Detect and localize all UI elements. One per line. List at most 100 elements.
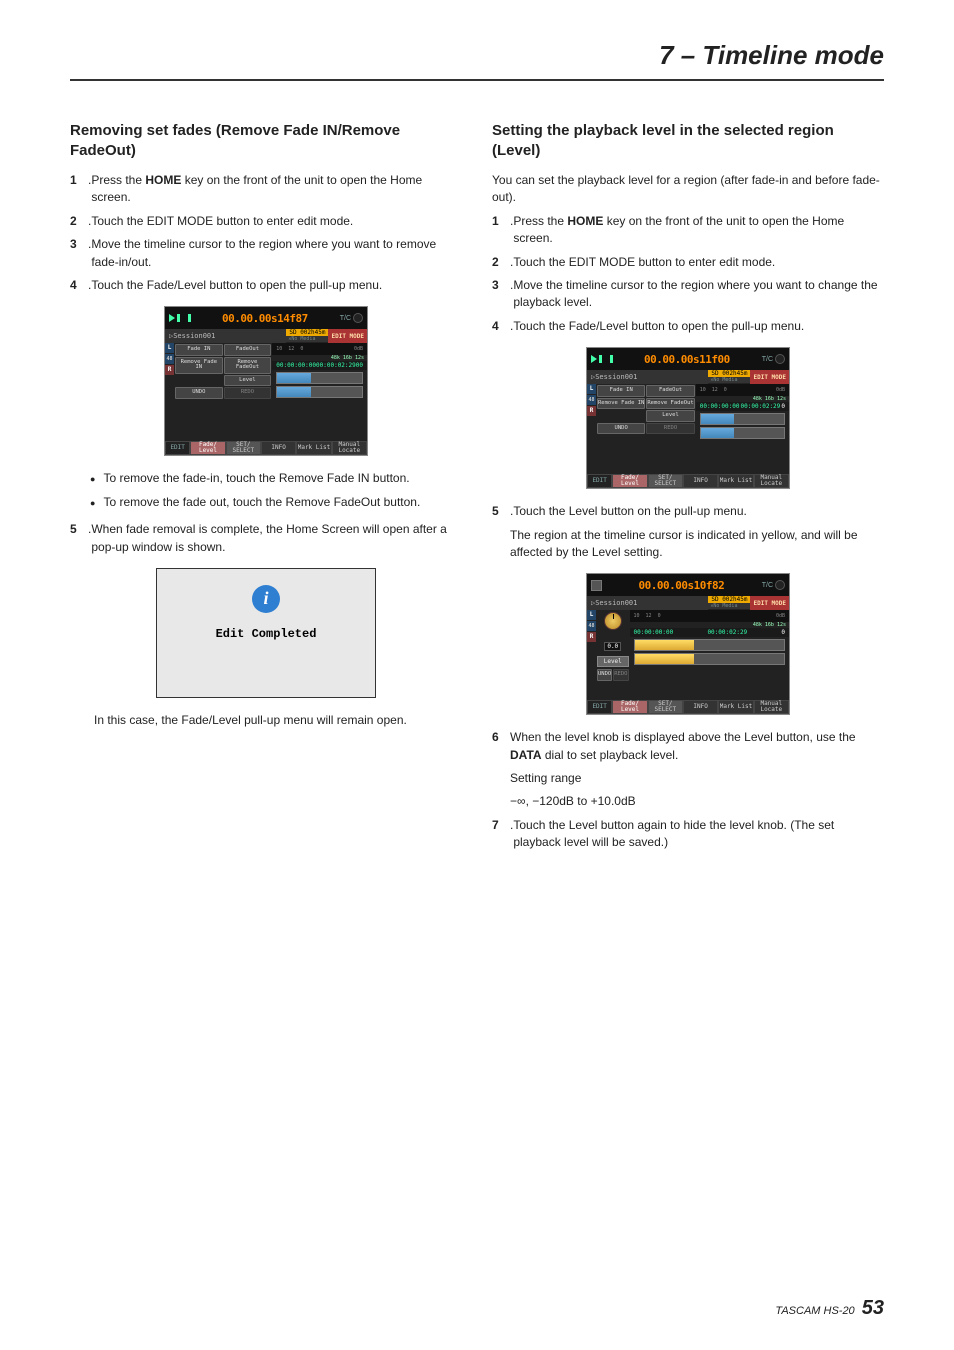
step-text: Touch the Level button again to hide the…: [513, 817, 884, 852]
remove-fadein-button[interactable]: Remove Fade IN: [175, 357, 223, 374]
step-num: 3: [492, 277, 510, 312]
remove-fadein-button[interactable]: Remove Fade IN: [597, 398, 645, 410]
bottom-mark-list[interactable]: Mark List: [718, 700, 753, 714]
left-steps-b: 5. When fade removal is complete, the Ho…: [70, 521, 462, 556]
screenshot-fade-menu: 00.00.00s14f87 T/C ▷ Session001 SD 002h4…: [164, 306, 368, 456]
bottom-manual-locate[interactable]: Manual Locate: [754, 700, 789, 714]
rec-indicator-icon: [775, 580, 785, 590]
fadein-button[interactable]: Fade IN: [597, 385, 645, 397]
step-num: 1: [70, 172, 88, 207]
fadeout-button[interactable]: FadeOut: [646, 385, 694, 397]
bottom-fade-level[interactable]: Fade/ Level: [612, 474, 647, 488]
undo-button[interactable]: UNDO: [597, 669, 612, 681]
left-bullets: To remove the fade-in, touch the Remove …: [90, 470, 462, 511]
channel-indicator: L48R: [587, 384, 596, 474]
timeline-track[interactable]: [276, 372, 363, 384]
step-num: 3: [70, 236, 88, 271]
bottom-manual-locate[interactable]: Manual Locate: [332, 441, 367, 455]
right-steps-d: 5. Touch the Level button on the pull-up…: [492, 503, 884, 520]
screenshot-level-knob: 00.00.00s10f82 T/C ▷ Session001 SD 002h4…: [586, 573, 790, 715]
level-button[interactable]: Level: [646, 410, 694, 422]
bottom-set-select[interactable]: SET/ SELECT: [226, 441, 261, 455]
info-icon: i: [252, 585, 280, 613]
pause-icon: [599, 355, 613, 363]
footer: TASCAM HS-20 53: [775, 1297, 884, 1320]
chapter-header: 7 – Timeline mode: [70, 40, 884, 81]
dialog-message: Edit Completed: [216, 627, 317, 641]
sd-status: SD 002h45m: [708, 596, 750, 603]
session-label: ▷ Session001: [587, 596, 708, 610]
bottom-fade-level[interactable]: Fade/ Level: [190, 441, 225, 455]
bottom-info[interactable]: INFO: [683, 700, 718, 714]
bottom-set-select[interactable]: SET/ SELECT: [648, 700, 683, 714]
left-column: Removing set fades (Remove Fade IN/Remov…: [70, 121, 462, 858]
tc-unit: T/C: [340, 315, 351, 322]
step-text: When fade removal is complete, the Home …: [91, 521, 462, 556]
bullet-text: To remove the fade-in, touch the Remove …: [103, 470, 409, 487]
rec-indicator-icon: [775, 354, 785, 364]
bullet-text: To remove the fade out, touch the Remove…: [103, 494, 420, 511]
bottom-mark-list[interactable]: Mark List: [296, 441, 331, 455]
bottom-edit[interactable]: EDIT: [587, 700, 612, 714]
range-label: Setting range: [510, 770, 884, 787]
timeline-track[interactable]: [700, 413, 785, 425]
undo-button[interactable]: UNDO: [175, 387, 223, 399]
fadeout-button[interactable]: FadeOut: [224, 344, 272, 356]
remove-fadeout-button[interactable]: Remove FadeOut: [224, 357, 272, 374]
step-text: Touch the Level button on the pull-up me…: [513, 503, 884, 520]
bottom-edit[interactable]: EDIT: [165, 441, 190, 455]
remove-fadeout-button[interactable]: Remove FadeOut: [646, 398, 694, 410]
bottom-info[interactable]: INFO: [261, 441, 296, 455]
bottom-edit[interactable]: EDIT: [587, 474, 612, 488]
bottom-mark-list[interactable]: Mark List: [718, 474, 753, 488]
right-steps-f: 7. Touch the Level button again to hide …: [492, 817, 884, 852]
step-num: 2: [492, 254, 510, 271]
screenshot-level-menu: 00.00.00s11f00 T/C ▷ Session001 SD 002h4…: [586, 347, 790, 489]
product-name: TASCAM HS-20: [775, 1305, 854, 1317]
timeline-track[interactable]: [276, 386, 363, 398]
bottom-manual-locate[interactable]: Manual Locate: [754, 474, 789, 488]
rec-indicator-icon: [353, 313, 363, 323]
fadein-button[interactable]: Fade IN: [175, 344, 223, 356]
timeline-track[interactable]: [634, 653, 786, 665]
left-heading: Removing set fades (Remove Fade IN/Remov…: [70, 121, 462, 160]
step-text: When the level knob is displayed above t…: [510, 729, 884, 764]
tc-unit: T/C: [762, 356, 773, 363]
redo-button[interactable]: REDO: [613, 669, 628, 681]
edit-mode-badge: EDIT MODE: [328, 329, 367, 343]
timeline-track[interactable]: [700, 427, 785, 439]
step-num: 7: [492, 817, 510, 852]
stop-icon: [591, 580, 602, 591]
redo-button[interactable]: REDO: [646, 423, 694, 435]
step-num: 6: [492, 729, 510, 764]
step-text: Move the timeline cursor to the region w…: [513, 277, 884, 312]
screenshot-dialog: i Edit Completed: [156, 568, 376, 698]
play-icon: [169, 314, 175, 322]
step-num: 4: [70, 277, 88, 294]
step-num: 5: [70, 521, 88, 556]
right-steps-c: 1. Press the HOME key on the front of th…: [492, 213, 884, 335]
level-value: 0.0: [604, 642, 621, 651]
timeline-track[interactable]: [634, 639, 786, 651]
meter-scale: 101200dB: [272, 343, 367, 355]
right-heading: Setting the playback level in the select…: [492, 121, 884, 160]
redo-button[interactable]: REDO: [224, 387, 272, 399]
meter-scale: 101200dB: [630, 610, 790, 622]
timecode-display: 00.00.00s14f87: [193, 312, 337, 325]
left-steps-a: 1. Press the HOME key on the front of th…: [70, 172, 462, 294]
range-value: −∞, −120dB to +10.0dB: [510, 793, 884, 810]
edit-mode-badge: EDIT MODE: [750, 596, 789, 610]
bottom-fade-level[interactable]: Fade/ Level: [612, 700, 647, 714]
step-num: 2: [70, 213, 88, 230]
undo-button[interactable]: UNDO: [597, 423, 645, 435]
level-button[interactable]: Level: [224, 375, 272, 387]
meter-scale: 101200dB: [696, 384, 789, 396]
level-knob-icon[interactable]: [604, 612, 622, 630]
bottom-info[interactable]: INFO: [683, 474, 718, 488]
step-text: Press the HOME key on the front of the u…: [91, 172, 462, 207]
step-num: 4: [492, 318, 510, 335]
level-button[interactable]: Level: [597, 656, 629, 667]
channel-indicator: L48R: [587, 610, 596, 700]
tc-unit: T/C: [762, 582, 773, 589]
bottom-set-select[interactable]: SET/ SELECT: [648, 474, 683, 488]
